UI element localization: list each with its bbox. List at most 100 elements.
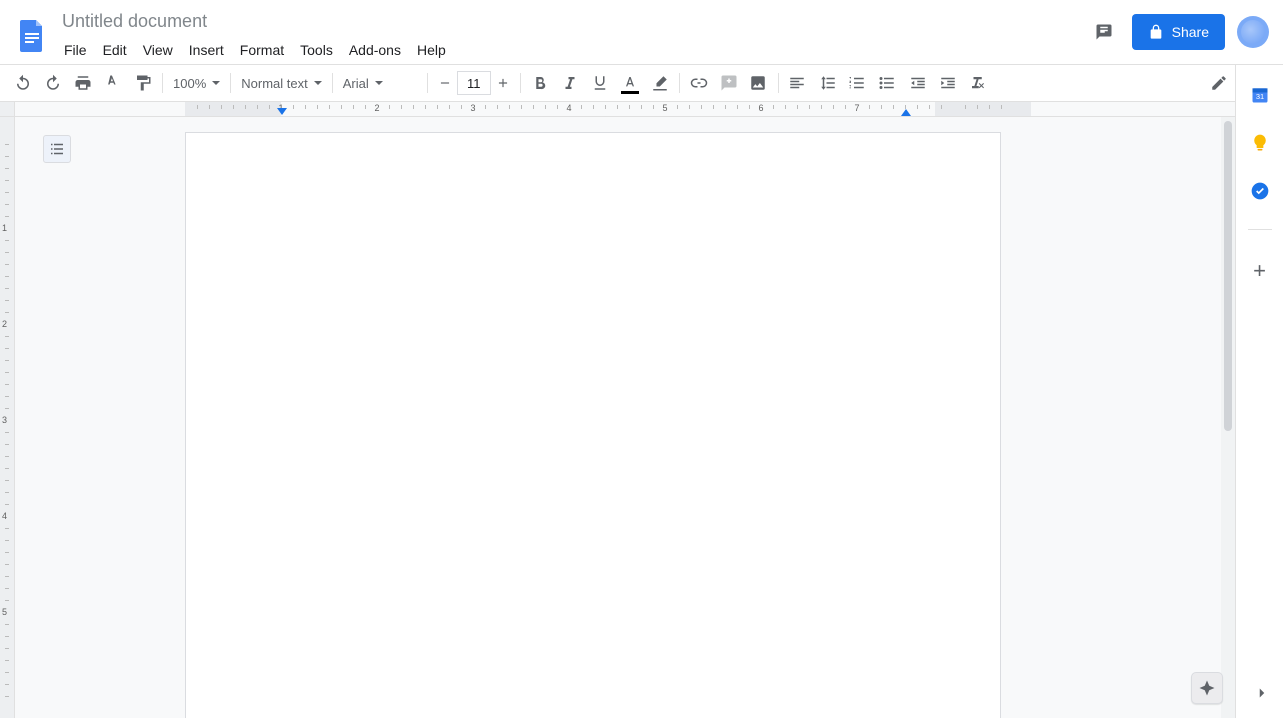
menu-edit[interactable]: Edit [95,38,135,62]
font-family-combo[interactable]: Arial [337,70,423,96]
ruler-tick [5,204,9,205]
menu-file[interactable]: File [56,38,95,62]
keep-addon-button[interactable] [1250,133,1270,153]
menu-help[interactable]: Help [409,38,454,62]
share-button[interactable]: Share [1132,14,1225,50]
separator [162,73,163,93]
clear-formatting-button[interactable] [965,70,991,96]
calendar-addon-button[interactable]: 31 [1250,85,1270,105]
menu-bar: File Edit View Insert Format Tools Add-o… [56,34,1088,62]
increase-indent-button[interactable] [935,70,961,96]
ruler-tick [689,105,690,109]
get-addons-button[interactable]: + [1253,258,1266,284]
zoom-combo[interactable]: 100% [167,70,226,96]
ruler-tick [5,252,9,253]
ruler-tick [1001,105,1002,109]
ruler-tick [773,105,774,109]
ruler-tick [5,528,9,529]
ruler-tick [5,336,9,337]
side-panel: 31 + [1235,65,1283,718]
page[interactable] [185,132,1001,718]
ruler-tick [5,468,9,469]
underline-button[interactable] [587,70,613,96]
ruler-tick [605,105,606,109]
line-spacing-button[interactable] [815,70,841,96]
ruler-tick [641,105,642,109]
menu-insert[interactable]: Insert [181,38,232,62]
document-title[interactable]: Untitled document [56,8,1088,34]
separator [778,73,779,93]
ruler-tick [5,384,9,385]
ruler-label: 4 [566,103,571,113]
paragraph-style-value: Normal text [241,76,307,91]
ruler-label: 3 [2,415,7,425]
add-comment-button[interactable] [716,70,742,96]
vertical-ruler[interactable]: 12345 [0,117,15,718]
ruler-tick [5,540,9,541]
vertical-scrollbar[interactable] [1221,117,1235,718]
ruler-tick [5,696,9,697]
ruler-tick [5,564,9,565]
numbered-list-button[interactable] [845,70,871,96]
bold-button[interactable] [527,70,553,96]
menu-view[interactable]: View [135,38,181,62]
ruler-tick [893,105,894,109]
italic-button[interactable] [557,70,583,96]
ruler-tick [965,105,966,109]
menu-addons[interactable]: Add-ons [341,38,409,62]
ruler-tick [509,105,510,109]
ruler-label: 1 [2,223,7,233]
show-outline-button[interactable] [43,135,71,163]
ruler-tick [5,588,9,589]
ruler-label: 3 [470,103,475,113]
docs-home-icon[interactable] [12,8,52,60]
font-size-decrease[interactable] [433,71,457,95]
ruler-tick [5,432,9,433]
ruler-tick [221,105,222,109]
horizontal-ruler[interactable]: 1234567 [0,102,1283,117]
ruler-tick [749,105,750,109]
document-canvas[interactable] [15,117,1235,718]
scrollbar-thumb[interactable] [1224,121,1232,431]
ruler-label: 4 [2,511,7,521]
insert-link-button[interactable] [686,70,712,96]
font-size-input[interactable] [457,71,491,95]
ruler-tick [653,105,654,109]
account-avatar[interactable] [1237,16,1269,48]
print-button[interactable] [70,70,96,96]
menu-format[interactable]: Format [232,38,292,62]
ruler-tick [233,105,234,109]
text-color-button[interactable] [617,70,643,96]
ruler-tick [413,105,414,109]
spellcheck-button[interactable] [100,70,126,96]
align-button[interactable] [785,70,811,96]
first-line-indent-marker[interactable] [277,108,287,115]
decrease-indent-button[interactable] [905,70,931,96]
ruler-tick [5,504,9,505]
editing-mode-button[interactable] [1208,70,1234,96]
ruler-tick [5,636,9,637]
ruler-tick [5,660,9,661]
bulleted-list-button[interactable] [875,70,901,96]
right-indent-marker[interactable] [901,109,911,116]
paragraph-style-combo[interactable]: Normal text [235,70,327,96]
ruler-tick [437,105,438,109]
comment-history-button[interactable] [1088,16,1120,48]
ruler-tick [5,444,9,445]
hide-sidepanel-button[interactable] [1253,684,1271,702]
insert-image-button[interactable] [746,70,772,96]
ruler-tick [941,105,942,109]
ruler-tick [5,276,9,277]
font-size-increase[interactable] [491,71,515,95]
explore-button[interactable] [1191,672,1223,704]
ruler-tick [5,372,9,373]
svg-text:31: 31 [1255,92,1263,101]
tasks-addon-button[interactable] [1250,181,1270,201]
ruler-tick [5,216,9,217]
redo-button[interactable] [40,70,66,96]
menu-tools[interactable]: Tools [292,38,341,62]
paint-format-button[interactable] [130,70,156,96]
undo-button[interactable] [10,70,36,96]
ruler-tick [593,105,594,109]
highlight-color-button[interactable] [647,70,673,96]
